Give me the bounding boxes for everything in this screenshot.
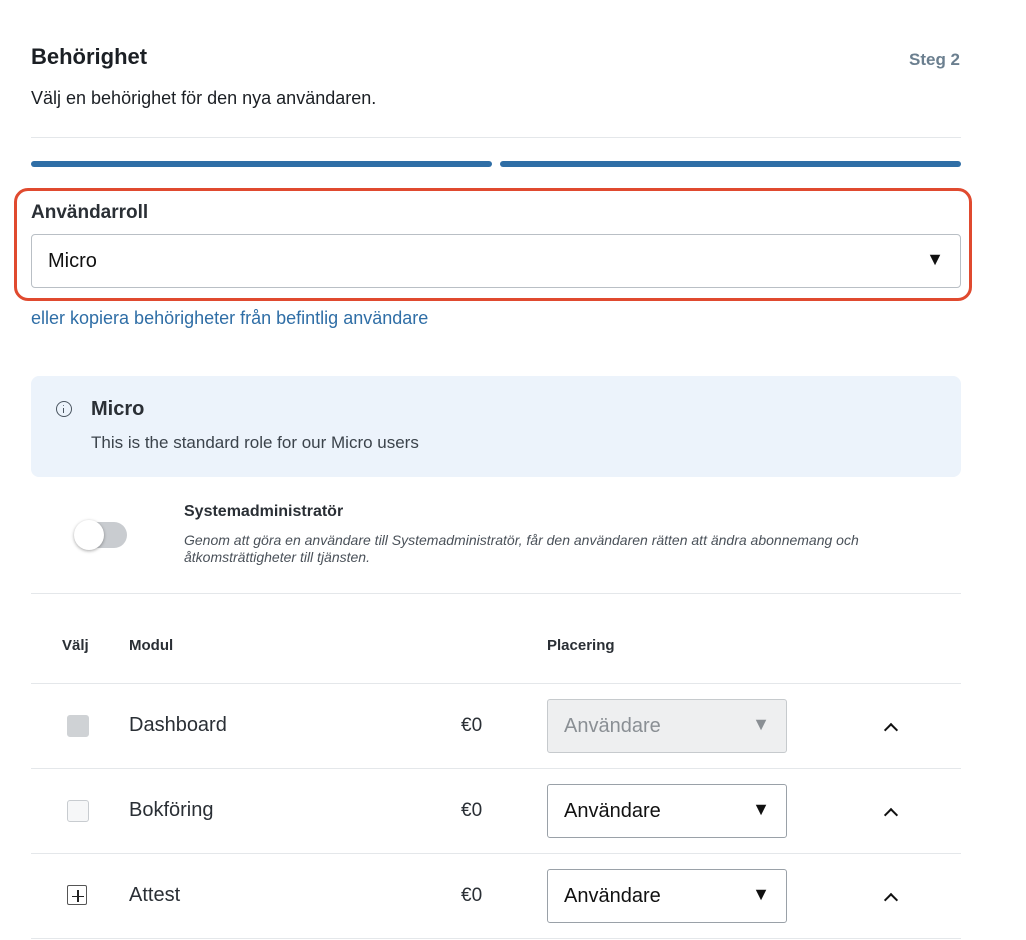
module-price: €0 [461, 715, 483, 736]
row-checkbox-dashboard [67, 715, 89, 737]
table-row-divider [31, 938, 961, 939]
collapse-chevron-up-icon[interactable] [880, 886, 902, 908]
placement-value: Användare [564, 715, 661, 737]
progress-step-2 [500, 161, 961, 167]
role-label: Användarroll [31, 202, 149, 223]
collapse-chevron-up-icon[interactable] [880, 716, 902, 738]
collapse-chevron-up-icon[interactable] [880, 801, 902, 823]
table-row-divider [31, 768, 961, 769]
dropdown-arrow-icon: ▼ [926, 249, 944, 269]
info-title: Micro [91, 398, 145, 420]
dropdown-arrow-icon: ▼ [752, 714, 770, 734]
sysadmin-toggle[interactable] [74, 520, 127, 550]
placement-select-dashboard: Användare ▼ [547, 699, 787, 753]
table-header-divider [31, 683, 961, 684]
row-checkbox-bokforing[interactable] [67, 800, 89, 822]
role-select-value: Micro [48, 250, 97, 272]
header-divider [31, 137, 961, 138]
module-name: Attest [129, 884, 181, 906]
module-price: €0 [461, 885, 483, 906]
placement-value: Användare [564, 800, 661, 822]
module-name: Dashboard [129, 714, 227, 736]
sysadmin-description: Genom att göra en användare till Systema… [184, 532, 859, 565]
placement-value: Användare [564, 885, 661, 907]
info-icon [56, 401, 72, 417]
section-divider [31, 593, 961, 594]
dropdown-arrow-icon: ▼ [752, 799, 770, 819]
column-header-select: Välj [62, 637, 89, 654]
module-price: €0 [461, 800, 483, 821]
column-header-module: Modul [129, 637, 174, 654]
step-indicator: Steg 2 [909, 50, 961, 69]
dropdown-arrow-icon: ▼ [752, 884, 770, 904]
page-subtitle: Välj en behörighet för den nya användare… [31, 88, 377, 108]
placement-select-bokforing[interactable]: Användare ▼ [547, 784, 787, 838]
copy-permissions-link[interactable]: eller kopiera behörigheter från befintli… [31, 308, 428, 329]
progress-step-1 [31, 161, 492, 167]
column-header-placement: Placering [547, 637, 615, 654]
role-select[interactable]: Micro ▼ [31, 234, 961, 288]
sysadmin-title: Systemadministratör [184, 503, 344, 520]
expand-plus-icon[interactable] [67, 885, 87, 905]
page-title: Behörighet [31, 44, 148, 69]
role-info-box: Micro This is the standard role for our … [31, 376, 961, 477]
module-name: Bokföring [129, 799, 214, 821]
toggle-knob [74, 520, 104, 550]
table-row-divider [31, 853, 961, 854]
placement-select-attest[interactable]: Användare ▼ [547, 869, 787, 923]
info-description: This is the standard role for our Micro … [91, 433, 419, 452]
